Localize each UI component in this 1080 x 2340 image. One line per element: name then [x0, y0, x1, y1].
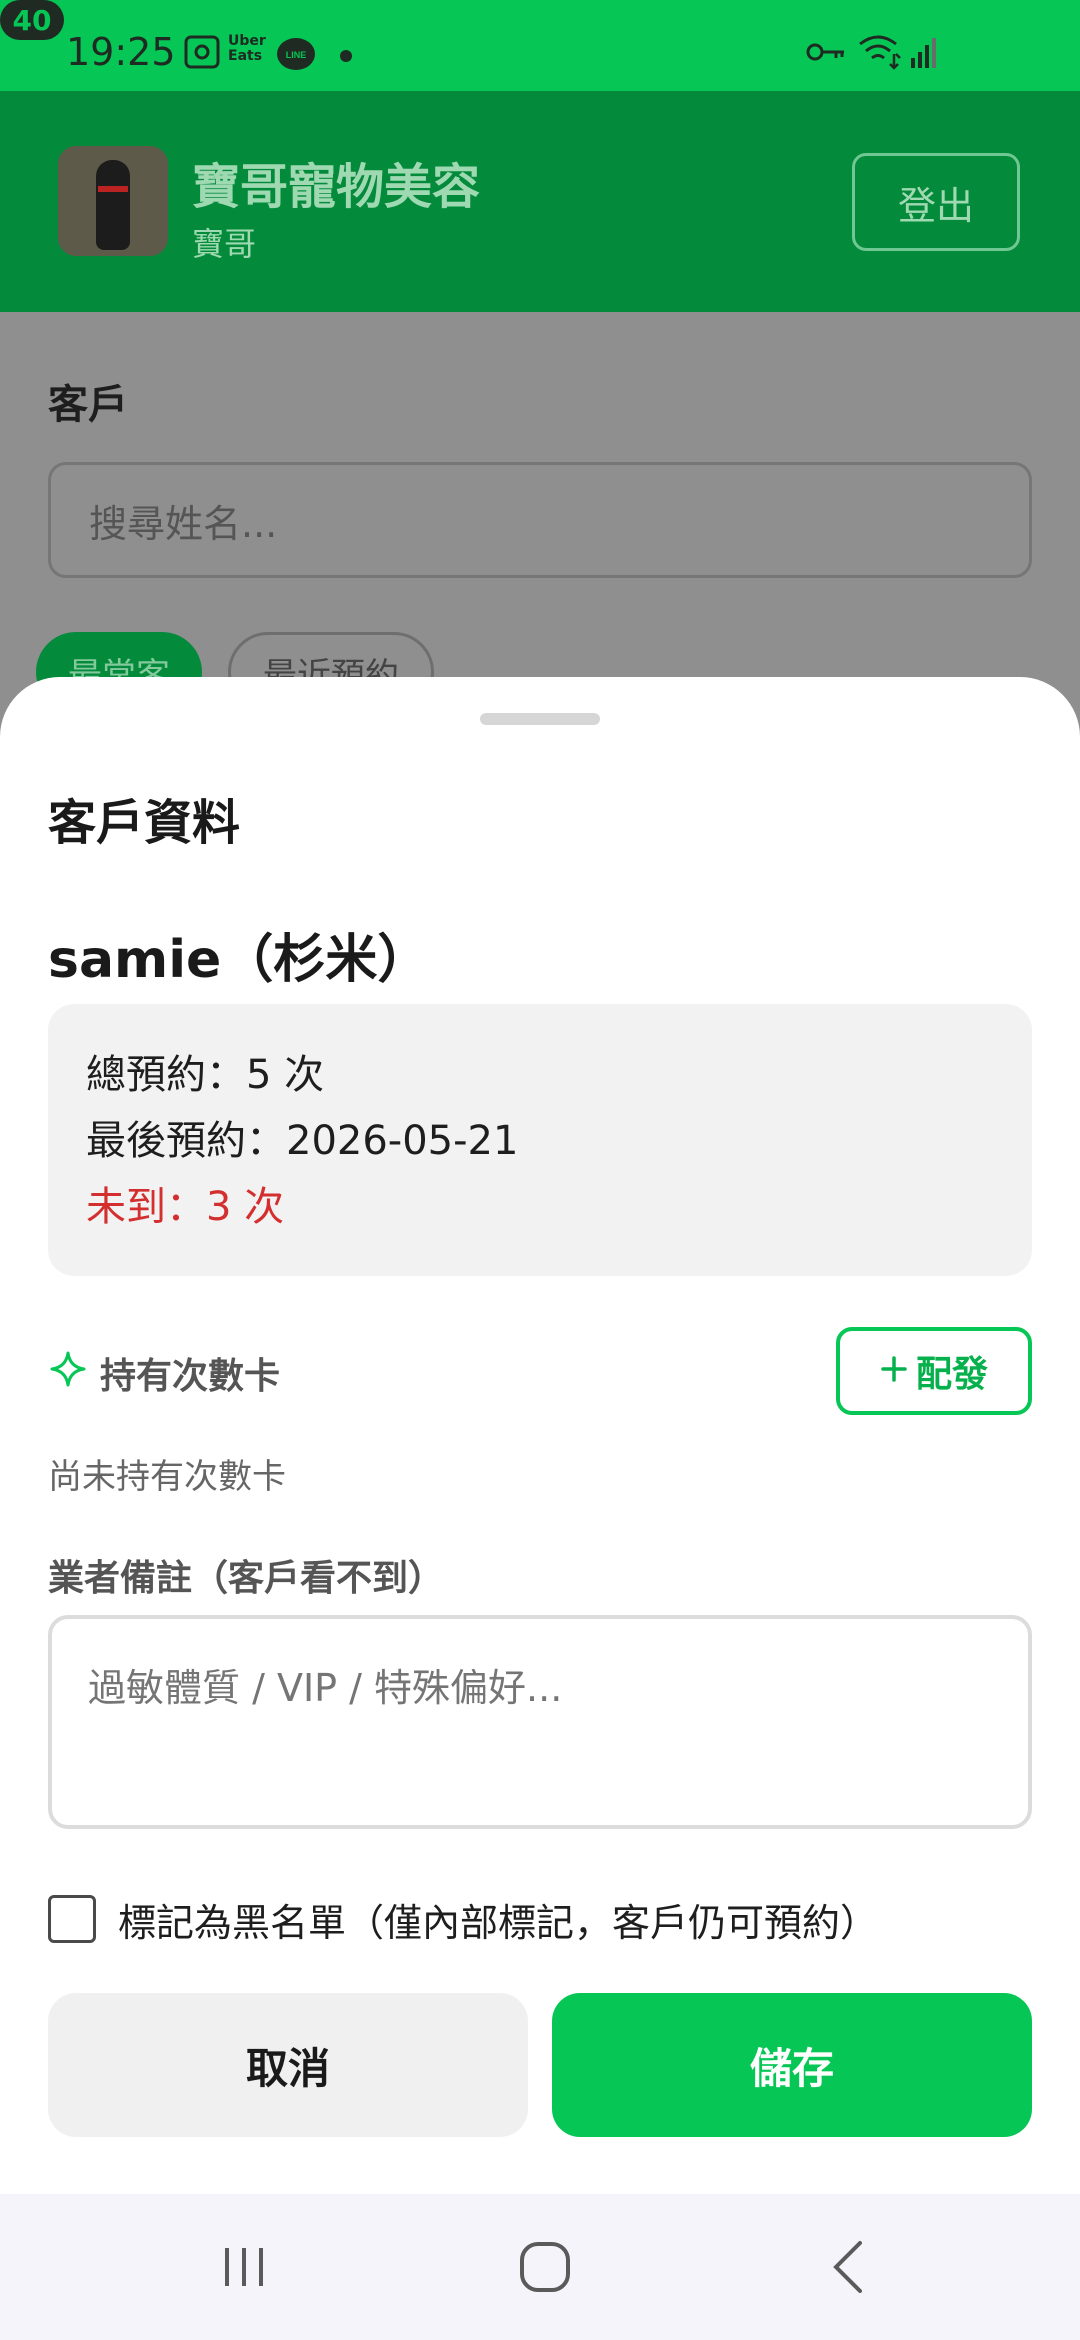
customer-page: 客戶 搜尋姓名... 最常客 最近預約 [0, 312, 1080, 712]
shop-user: 寶哥 [192, 225, 257, 263]
line-icon: LINE [276, 36, 316, 76]
customer-name: samie（杉米） [48, 930, 430, 990]
logout-button[interactable]: 登出 [852, 153, 1020, 251]
issue-card-button[interactable]: 配發 [836, 1327, 1032, 1415]
customer-detail-sheet: 客戶資料 samie（杉米） 總預約：5 次 最後預約：2026-05-21 未… [0, 677, 1080, 2194]
ubereats-text-2: Eats [228, 48, 263, 64]
battery-indicator: 40 [0, 0, 64, 40]
status-bar: 19:25 Uber Eats LINE 40 [0, 0, 1080, 91]
recents-icon[interactable] [204, 2232, 284, 2302]
shop-name: 寶哥寵物美容 [192, 159, 481, 215]
sheet-title: 客戶資料 [48, 795, 241, 851]
punch-cards-row: 持有次數卡 配發 [48, 1327, 1032, 1415]
key-icon [806, 34, 846, 70]
notification-dot [340, 50, 352, 62]
last-booking: 最後預約：2026-05-21 [86, 1118, 519, 1164]
save-button[interactable]: 儲存 [552, 1993, 1032, 2137]
ubereats-text-1: Uber [228, 33, 266, 49]
blacklist-checkbox[interactable] [48, 1895, 96, 1943]
system-nav-bar [0, 2194, 1080, 2340]
notes-label: 業者備註（客戶看不到） [48, 1558, 445, 1599]
sparkle-icon [50, 1351, 86, 1387]
no-cards-text: 尚未持有次數卡 [48, 1457, 286, 1497]
total-bookings: 總預約：5 次 [86, 1052, 325, 1098]
avatar-cat-shape [96, 160, 130, 250]
blacklist-label: 標記為黑名單（僅內部標記，客戶仍可預約） [118, 1900, 879, 1945]
punch-cards-label: 持有次數卡 [100, 1356, 281, 1397]
screenshot-icon [183, 34, 223, 70]
notes-textarea[interactable] [48, 1615, 1032, 1829]
avatar [58, 146, 168, 256]
stats-box: 總預約：5 次 最後預約：2026-05-21 未到：3 次 [48, 1004, 1032, 1276]
plus-icon [880, 1350, 908, 1392]
app-header: 寶哥寵物美容 寶哥 登出 [0, 91, 1080, 312]
home-icon[interactable] [505, 2232, 585, 2302]
avatar-collar-shape [98, 186, 128, 192]
ubereats-icon: Uber Eats [228, 34, 266, 70]
no-show-count: 未到：3 次 [86, 1184, 285, 1230]
status-time: 19:25 [66, 30, 176, 74]
blacklist-row[interactable]: 標記為黑名單（僅內部標記，客戶仍可預約） [48, 1889, 1032, 1949]
wifi-icon [858, 34, 902, 70]
section-title: 客戶 [48, 382, 128, 428]
svg-text:LINE: LINE [286, 50, 307, 60]
signal-icon [910, 34, 940, 70]
search-input[interactable]: 搜尋姓名... [48, 462, 1032, 578]
back-icon[interactable] [808, 2232, 888, 2302]
sheet-drag-handle[interactable] [480, 713, 600, 725]
cancel-button[interactable]: 取消 [48, 1993, 528, 2137]
issue-card-label: 配發 [915, 1353, 988, 1394]
